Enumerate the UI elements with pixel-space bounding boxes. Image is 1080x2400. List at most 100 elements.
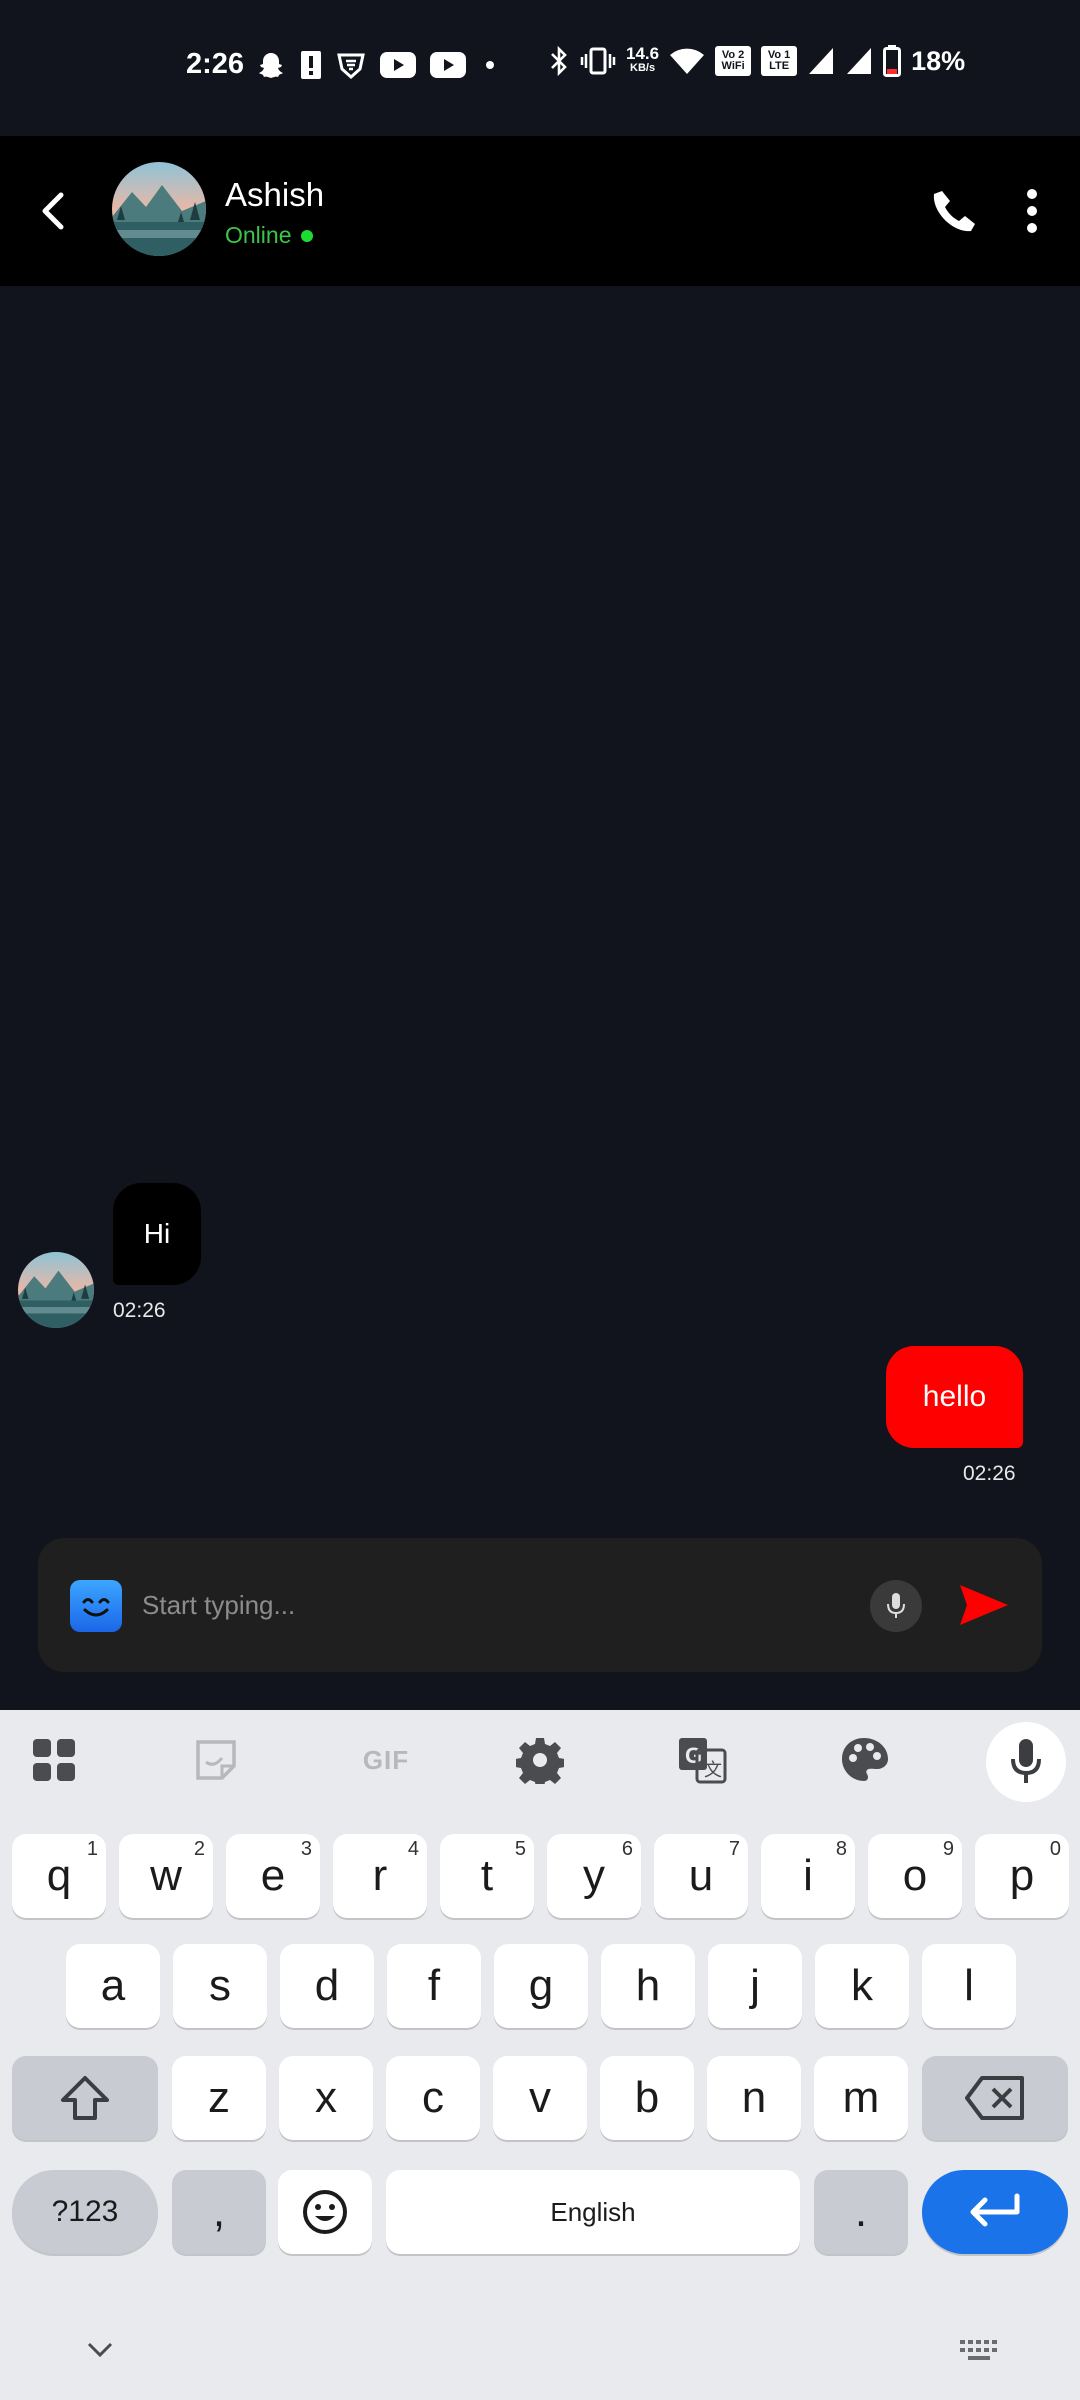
key-a-label: a xyxy=(100,1961,126,2010)
hide-keyboard-button[interactable] xyxy=(80,2330,120,2370)
key-hint: 2 xyxy=(193,1838,205,1860)
key-n-label: n xyxy=(741,2073,767,2122)
message-composer xyxy=(38,1538,1042,1672)
alert-icon xyxy=(300,48,322,82)
key-e[interactable]: e3 xyxy=(226,1834,320,1918)
keyboard-voice-input-button[interactable] xyxy=(986,1722,1066,1802)
key-d[interactable]: d xyxy=(280,1944,374,2028)
smiley-face-icon xyxy=(82,1598,110,1617)
key-g[interactable]: g xyxy=(494,1944,588,2028)
key-c-label: c xyxy=(422,2073,444,2122)
period-key[interactable]: . xyxy=(814,2170,908,2254)
symbols-key-label: ?123 xyxy=(51,2195,119,2228)
sticker-icon xyxy=(196,1740,236,1780)
key-t-label: t xyxy=(480,1851,494,1900)
space-key-label: English xyxy=(550,2196,636,2227)
more-notifications-dot-icon xyxy=(480,48,500,82)
battery-icon xyxy=(883,44,902,78)
snapchat-icon xyxy=(256,48,286,82)
keyboard-settings-button[interactable] xyxy=(510,1730,570,1790)
key-a[interactable]: a xyxy=(66,1944,160,2028)
message-input[interactable] xyxy=(140,1578,880,1632)
key-s-label: s xyxy=(209,1961,231,2010)
key-o[interactable]: o9 xyxy=(868,1834,962,1918)
key-w-label: w xyxy=(150,1851,182,1900)
translate-button[interactable]: G文 xyxy=(672,1730,732,1790)
apps-grid-button[interactable] xyxy=(24,1730,84,1790)
key-l[interactable]: l xyxy=(922,1944,1016,2028)
key-s[interactable]: s xyxy=(173,1944,267,2028)
outgoing-message-bubble[interactable]: hello xyxy=(886,1346,1023,1448)
send-icon xyxy=(960,1585,1008,1625)
key-j[interactable]: j xyxy=(708,1944,802,2028)
vpn-shield-icon xyxy=(336,48,366,82)
comma-key-label: , xyxy=(212,2187,226,2236)
key-hint: 5 xyxy=(514,1838,526,1860)
gif-button[interactable]: GIF xyxy=(346,1730,426,1790)
keyboard-switcher-button[interactable] xyxy=(956,2330,1002,2370)
key-h[interactable]: h xyxy=(601,1944,695,2028)
chat-header: Ashish Online xyxy=(0,136,1080,286)
voice-note-button[interactable] xyxy=(870,1580,922,1632)
volte-label: Vo 1 LTE xyxy=(761,46,798,76)
key-c[interactable]: c xyxy=(386,2056,480,2140)
chevron-down-icon xyxy=(87,2342,113,2358)
key-hint: 7 xyxy=(728,1838,740,1860)
key-m[interactable]: m xyxy=(814,2056,908,2140)
key-u-label: u xyxy=(688,1851,714,1900)
key-b[interactable]: b xyxy=(600,2056,694,2140)
apps-grid-icon xyxy=(33,1739,75,1781)
youtube-icon xyxy=(380,48,416,82)
symbols-key[interactable]: ?123 xyxy=(12,2170,158,2254)
key-b-label: b xyxy=(634,2073,660,2122)
shift-key[interactable] xyxy=(12,2056,158,2140)
backspace-key[interactable] xyxy=(922,2056,1068,2140)
key-r[interactable]: r4 xyxy=(333,1834,427,1918)
sticker-button[interactable] xyxy=(186,1730,246,1790)
contact-name: Ashish xyxy=(225,176,325,213)
keyboard-icon xyxy=(960,2340,997,2360)
key-m-label: m xyxy=(842,2073,880,2122)
key-g-label: g xyxy=(528,1961,554,2010)
key-z[interactable]: z xyxy=(172,2056,266,2140)
key-i-label: i xyxy=(803,1851,813,1900)
emoji-key[interactable] xyxy=(278,2170,372,2254)
vibrate-icon xyxy=(580,44,616,78)
more-options-button[interactable] xyxy=(1014,180,1050,242)
key-w[interactable]: w2 xyxy=(119,1834,213,1918)
emoji-smile-icon xyxy=(303,2190,347,2234)
theme-button[interactable] xyxy=(834,1730,894,1790)
incoming-message-bubble[interactable]: Hi xyxy=(113,1183,201,1285)
outgoing-message-time: 02:26 xyxy=(963,1462,1016,1485)
space-key[interactable]: English xyxy=(386,2170,800,2254)
enter-key[interactable] xyxy=(922,2170,1068,2254)
key-q-label: q xyxy=(46,1851,72,1900)
key-p[interactable]: p0 xyxy=(975,1834,1069,1918)
comma-key[interactable]: , xyxy=(172,2170,266,2254)
key-v[interactable]: v xyxy=(493,2056,587,2140)
contact-avatar[interactable] xyxy=(112,162,206,256)
outgoing-message-text: hello xyxy=(922,1380,987,1413)
network-speed: 14.6 KB/s xyxy=(626,44,659,78)
key-q[interactable]: q1 xyxy=(12,1834,106,1918)
send-button[interactable] xyxy=(956,1578,1012,1632)
key-u[interactable]: u7 xyxy=(654,1834,748,1918)
shift-icon xyxy=(61,2076,109,2120)
key-hint: 4 xyxy=(407,1838,419,1860)
microphone-icon xyxy=(1011,1739,1041,1783)
key-p-label: p xyxy=(1009,1851,1035,1900)
key-d-label: d xyxy=(314,1961,340,2010)
key-k[interactable]: k xyxy=(815,1944,909,2028)
key-x[interactable]: x xyxy=(279,2056,373,2140)
key-i[interactable]: i8 xyxy=(761,1834,855,1918)
call-button[interactable] xyxy=(924,184,984,240)
battery-percent: 18% xyxy=(911,45,966,76)
key-t[interactable]: t5 xyxy=(440,1834,534,1918)
key-f[interactable]: f xyxy=(387,1944,481,2028)
back-button[interactable] xyxy=(28,178,78,244)
key-n[interactable]: n xyxy=(707,2056,801,2140)
microphone-icon xyxy=(887,1593,905,1618)
key-y[interactable]: y6 xyxy=(547,1834,641,1918)
key-x-label: x xyxy=(315,2073,337,2122)
emoji-button[interactable] xyxy=(70,1580,122,1632)
